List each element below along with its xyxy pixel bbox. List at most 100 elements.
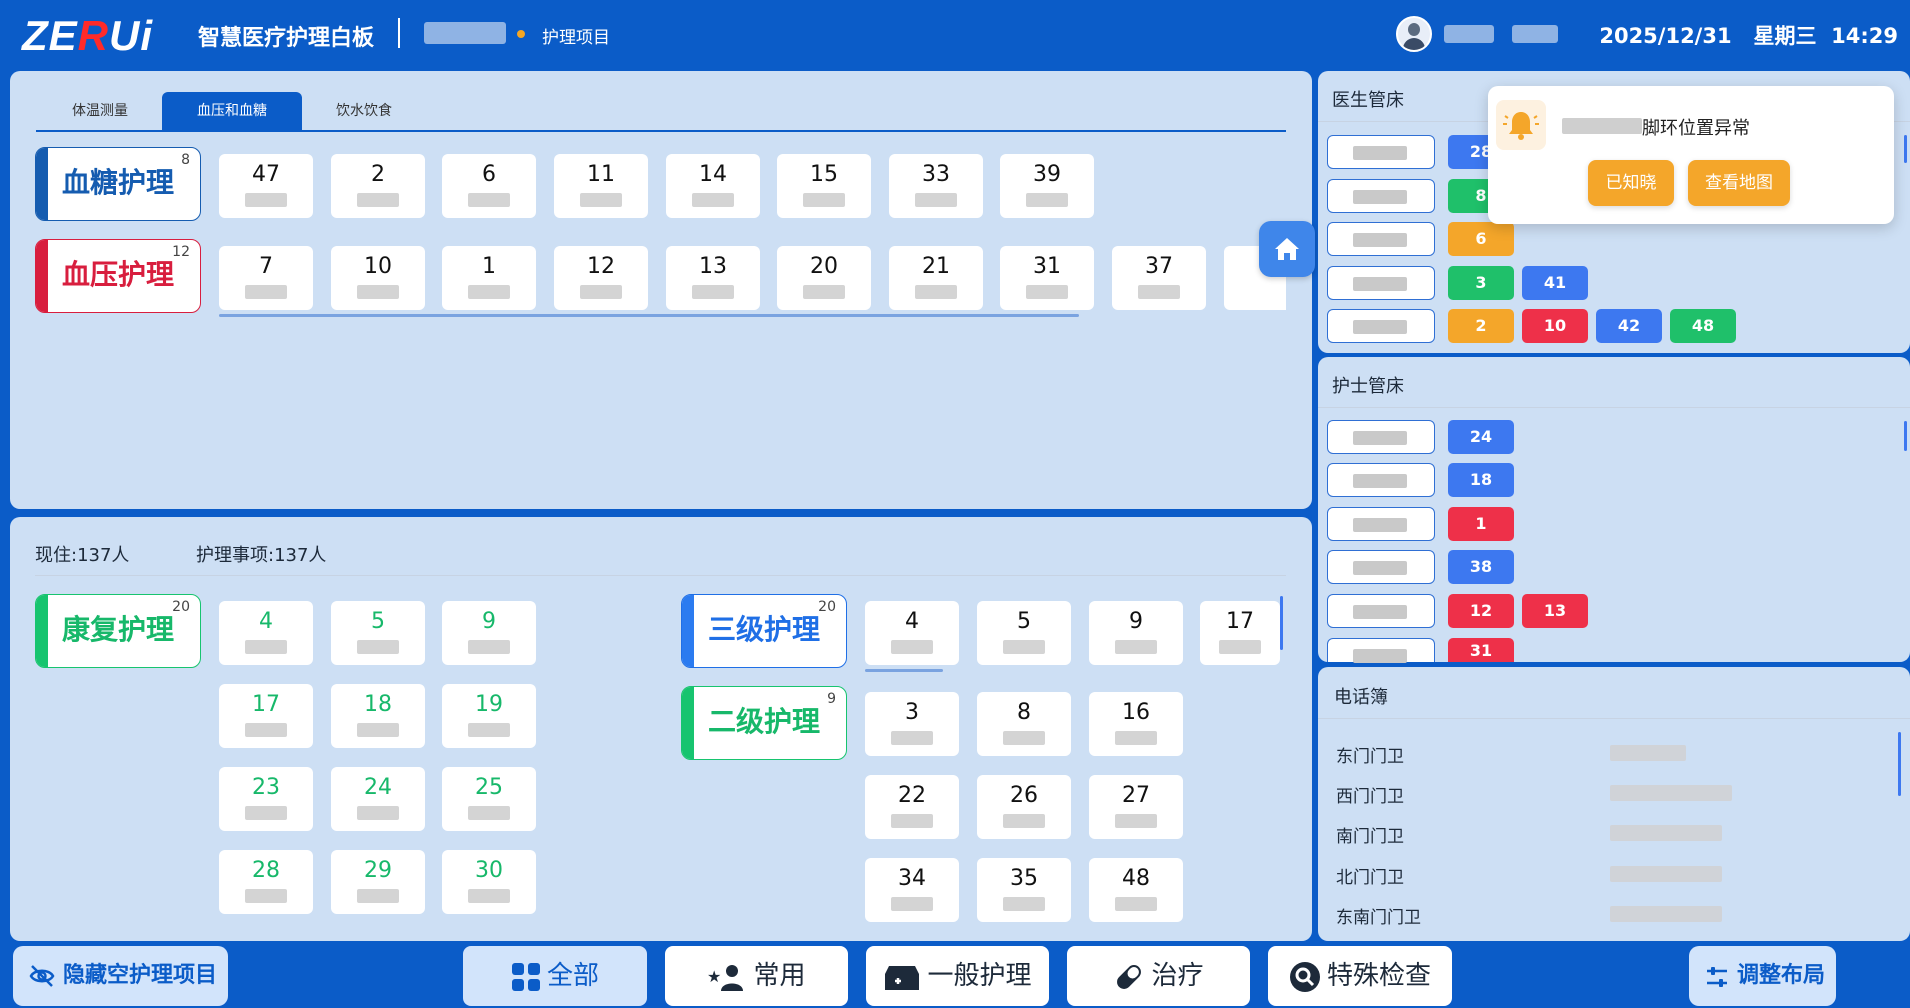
bed-card[interactable]: 27: [1089, 775, 1183, 839]
nurse-name-redacted[interactable]: [1327, 550, 1435, 584]
vertical-scroll-indicator[interactable]: [1898, 732, 1901, 796]
bed-card[interactable]: 4: [865, 601, 959, 665]
doctor-name-redacted[interactable]: [1327, 222, 1435, 256]
bed-card[interactable]: 3: [865, 692, 959, 756]
bed-card[interactable]: 48: [1089, 858, 1183, 922]
adjust-layout-button[interactable]: 调整布局: [1689, 946, 1836, 1006]
filter-general-care-button[interactable]: 一般护理: [866, 946, 1049, 1006]
doctor-name-redacted[interactable]: [1327, 266, 1435, 300]
phone-number-redacted[interactable]: [1610, 866, 1722, 882]
filter-all-button[interactable]: 全部: [463, 946, 647, 1006]
tab-bp-glucose[interactable]: 血压和血糖: [162, 92, 302, 130]
horizontal-scroll-indicator[interactable]: [219, 314, 1079, 317]
phonebook-entry-name[interactable]: 东门门卫: [1336, 742, 1404, 767]
view-map-button[interactable]: 查看地图: [1688, 160, 1790, 206]
category-level-3[interactable]: 三级护理 20: [681, 594, 847, 668]
bed-card[interactable]: 33: [889, 154, 983, 218]
phone-number-redacted[interactable]: [1610, 906, 1722, 922]
vertical-scroll-indicator[interactable]: [1904, 421, 1907, 451]
bed-card[interactable]: 5: [977, 601, 1071, 665]
bed-card[interactable]: 18: [331, 684, 425, 748]
bed-card[interactable]: 23: [219, 767, 313, 831]
bed-badge[interactable]: 3: [1448, 266, 1514, 300]
bed-card[interactable]: 24: [331, 767, 425, 831]
bed-card[interactable]: 10: [331, 246, 425, 310]
bed-badge[interactable]: 48: [1670, 309, 1736, 343]
bed-card[interactable]: 6: [442, 154, 536, 218]
bed-card[interactable]: 17: [219, 684, 313, 748]
bed-card[interactable]: 28: [219, 850, 313, 914]
doctor-name-redacted[interactable]: [1327, 179, 1435, 213]
bed-card[interactable]: 9: [442, 601, 536, 665]
bed-card[interactable]: 16: [1089, 692, 1183, 756]
bed-card[interactable]: 17: [1200, 601, 1280, 665]
doctor-name-redacted[interactable]: [1327, 135, 1435, 169]
bed-card[interactable]: 9: [1089, 601, 1183, 665]
filter-special-exam-button[interactable]: 特殊检查: [1268, 946, 1452, 1006]
bed-badge[interactable]: 6: [1448, 222, 1514, 256]
bed-badge[interactable]: 12: [1448, 594, 1514, 628]
bed-card[interactable]: 30: [442, 850, 536, 914]
phonebook-entry-name[interactable]: 南门门卫: [1336, 822, 1404, 847]
bed-card[interactable]: 25: [442, 767, 536, 831]
bed-card[interactable]: 2: [331, 154, 425, 218]
nurse-name-redacted[interactable]: [1327, 507, 1435, 541]
bed-card[interactable]: 22: [865, 775, 959, 839]
category-blood-pressure[interactable]: 血压护理 12: [35, 239, 201, 313]
home-button[interactable]: [1259, 221, 1315, 277]
bed-badge[interactable]: 18: [1448, 463, 1514, 497]
bed-card[interactable]: 5: [331, 601, 425, 665]
bed-badge[interactable]: 1: [1448, 507, 1514, 541]
doctor-name-redacted[interactable]: [1327, 309, 1435, 343]
user-avatar[interactable]: [1396, 16, 1432, 52]
bed-card[interactable]: 14: [666, 154, 760, 218]
tab-temperature[interactable]: 体温测量: [30, 92, 170, 130]
tab-diet[interactable]: 饮水饮食: [294, 92, 434, 130]
bed-badge[interactable]: 24: [1448, 420, 1514, 454]
bed-card[interactable]: 8: [977, 692, 1071, 756]
category-glucose[interactable]: 血糖护理 8: [35, 147, 201, 221]
bed-card[interactable]: 19: [442, 684, 536, 748]
bed-card[interactable]: 11: [554, 154, 648, 218]
bed-card[interactable]: 1: [442, 246, 536, 310]
bed-card[interactable]: 15: [777, 154, 871, 218]
bed-card[interactable]: 31: [1000, 246, 1094, 310]
bed-card[interactable]: 47: [219, 154, 313, 218]
vertical-scroll-indicator[interactable]: [1280, 596, 1283, 650]
filter-treatment-button[interactable]: 治疗: [1067, 946, 1250, 1006]
phone-number-redacted[interactable]: [1610, 745, 1686, 761]
bed-badge[interactable]: 2: [1448, 309, 1514, 343]
bed-card[interactable]: 29: [331, 850, 425, 914]
phonebook-entry-name[interactable]: 西门门卫: [1336, 782, 1404, 807]
bed-badge[interactable]: 42: [1596, 309, 1662, 343]
bed-badge[interactable]: 31: [1448, 638, 1514, 662]
bed-card[interactable]: 34: [865, 858, 959, 922]
bed-card[interactable]: 39: [1000, 154, 1094, 218]
bed-card[interactable]: 13: [666, 246, 760, 310]
nurse-name-redacted[interactable]: [1327, 594, 1435, 628]
nurse-name-redacted[interactable]: [1327, 463, 1435, 497]
bed-card[interactable]: 12: [554, 246, 648, 310]
hide-empty-items-button[interactable]: 隐藏空护理项目: [13, 946, 228, 1006]
bed-badge[interactable]: 38: [1448, 550, 1514, 584]
bed-badge[interactable]: 10: [1522, 309, 1588, 343]
bed-card[interactable]: 21: [889, 246, 983, 310]
filter-common-button[interactable]: ★ 常用: [665, 946, 848, 1006]
user-name-redacted[interactable]: [1444, 25, 1494, 43]
bed-card[interactable]: 7: [219, 246, 313, 310]
phone-number-redacted[interactable]: [1610, 785, 1732, 801]
bed-badge[interactable]: 41: [1522, 266, 1588, 300]
bed-card[interactable]: 35: [977, 858, 1071, 922]
nurse-name-redacted[interactable]: [1327, 638, 1435, 663]
vertical-scroll-indicator[interactable]: [1904, 135, 1907, 163]
bed-badge[interactable]: 13: [1522, 594, 1588, 628]
bed-card[interactable]: 26: [977, 775, 1071, 839]
phone-number-redacted[interactable]: [1610, 825, 1722, 841]
acknowledge-button[interactable]: 已知晓: [1588, 160, 1674, 206]
nurse-name-redacted[interactable]: [1327, 420, 1435, 454]
category-level-2[interactable]: 二级护理 9: [681, 686, 847, 760]
bed-card[interactable]: 4: [219, 601, 313, 665]
bed-card[interactable]: 37: [1112, 246, 1206, 310]
phonebook-entry-name[interactable]: 东南门门卫: [1336, 903, 1421, 928]
horizontal-scroll-indicator[interactable]: [865, 669, 943, 672]
